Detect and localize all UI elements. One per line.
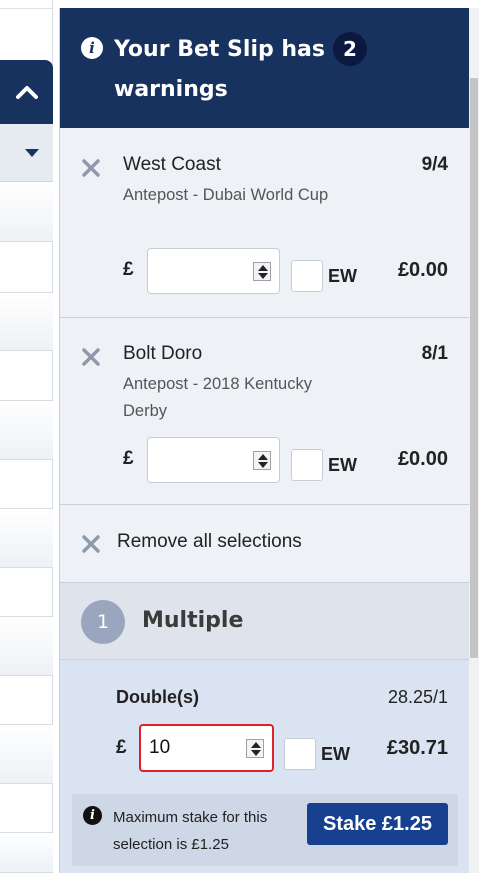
list-item[interactable] [0,568,53,617]
stake-input[interactable] [147,437,280,483]
bet-slip-panel: i Your Bet Slip has 2 warnings West Coas… [59,8,470,873]
stepper-down-icon[interactable] [251,750,261,756]
list-item[interactable] [0,725,53,784]
stepper-down-icon[interactable] [258,462,268,468]
each-way-checkbox[interactable] [291,449,323,481]
scrollbar[interactable] [469,8,479,873]
list-item[interactable] [0,242,53,293]
multiple-title: Multiple [142,608,244,633]
list-item[interactable] [0,351,53,401]
each-way-label: EW [321,744,350,764]
selection-west-coast: West Coast 9/4 Antepost - Dubai World Cu… [60,128,470,318]
multiple-bet-double: Double(s) 28.25/1 £ 10 EW £30.71 i Maxim… [60,660,470,873]
max-stake-warning: i Maximum stake for this selection is £1… [72,794,458,866]
list-item[interactable] [0,401,53,460]
selection-name: Bolt Doro [123,343,203,364]
multiple-section-header: 1 Multiple [60,583,470,660]
caret-down-icon [25,148,39,157]
each-way-label: EW [328,455,357,475]
left-page [0,0,53,873]
remove-all-label: Remove all selections [117,531,302,552]
potential-returns: £0.00 [397,448,448,470]
warning-count-badge: 2 [333,32,367,66]
selection-name: West Coast [123,154,221,175]
list-item[interactable] [0,676,53,725]
selection-odds: 9/4 [421,154,448,175]
potential-returns: £30.71 [386,737,448,759]
currency-symbol: £ [123,448,134,469]
list-item[interactable] [0,460,53,509]
header-title: Your Bet Slip has 2 [114,32,367,66]
stepper-down-icon[interactable] [258,273,268,279]
selection-odds: 8/1 [421,343,448,364]
divider [0,8,53,9]
multiple-stake-input[interactable]: 10 [139,724,274,772]
list-item[interactable] [0,617,53,676]
selection-bolt-doro: Bolt Doro 8/1 Antepost - 2018 Kentucky D… [60,318,470,505]
each-way-checkbox[interactable] [291,260,323,292]
each-way-checkbox[interactable] [284,738,316,770]
remove-all-selections-button[interactable]: Remove all selections [60,505,470,583]
list-item[interactable] [0,182,53,242]
each-way-label: EW [328,266,357,286]
stake-stepper[interactable] [246,739,264,758]
multiple-bet-name: Double(s) [116,687,199,707]
selection-market: Antepost - 2018 Kentucky Derby [123,375,312,420]
stake-stepper[interactable] [253,451,271,470]
selection-market: Antepost - Dubai World Cup [123,186,329,204]
scrollbar-thumb[interactable] [470,78,478,658]
stake-input[interactable] [147,248,280,294]
currency-symbol: £ [123,259,134,280]
list-item[interactable] [0,784,53,833]
currency-symbol: £ [116,737,127,758]
remove-selection-close-icon[interactable] [80,346,102,368]
close-icon [82,535,100,553]
stepper-up-icon[interactable] [258,265,268,271]
bet-slip-header: i Your Bet Slip has 2 warnings [60,8,470,128]
header-title-text: Your Bet Slip has [114,36,325,62]
stepper-up-icon[interactable] [258,454,268,460]
header-title-continued: warnings [114,77,228,102]
info-icon: i [83,806,102,825]
multiple-count-badge: 1 [81,600,125,644]
list-item[interactable] [0,293,53,351]
dropdown-toggle[interactable] [0,124,53,182]
warning-message: Maximum stake for this selection is £1.2… [113,809,268,853]
chevron-up-icon [15,86,38,99]
list-item[interactable] [0,509,53,568]
list-item[interactable] [0,833,53,873]
remove-selection-close-icon[interactable] [80,157,102,179]
info-icon: i [81,37,103,59]
stepper-up-icon[interactable] [251,742,261,748]
stake-max-button[interactable]: Stake £1.25 [307,803,448,845]
potential-returns: £0.00 [397,259,448,281]
stake-value: 10 [149,737,171,758]
multiple-bet-odds: 28.25/1 [387,687,448,707]
stake-stepper[interactable] [253,262,271,281]
collapse-button[interactable] [0,60,53,124]
